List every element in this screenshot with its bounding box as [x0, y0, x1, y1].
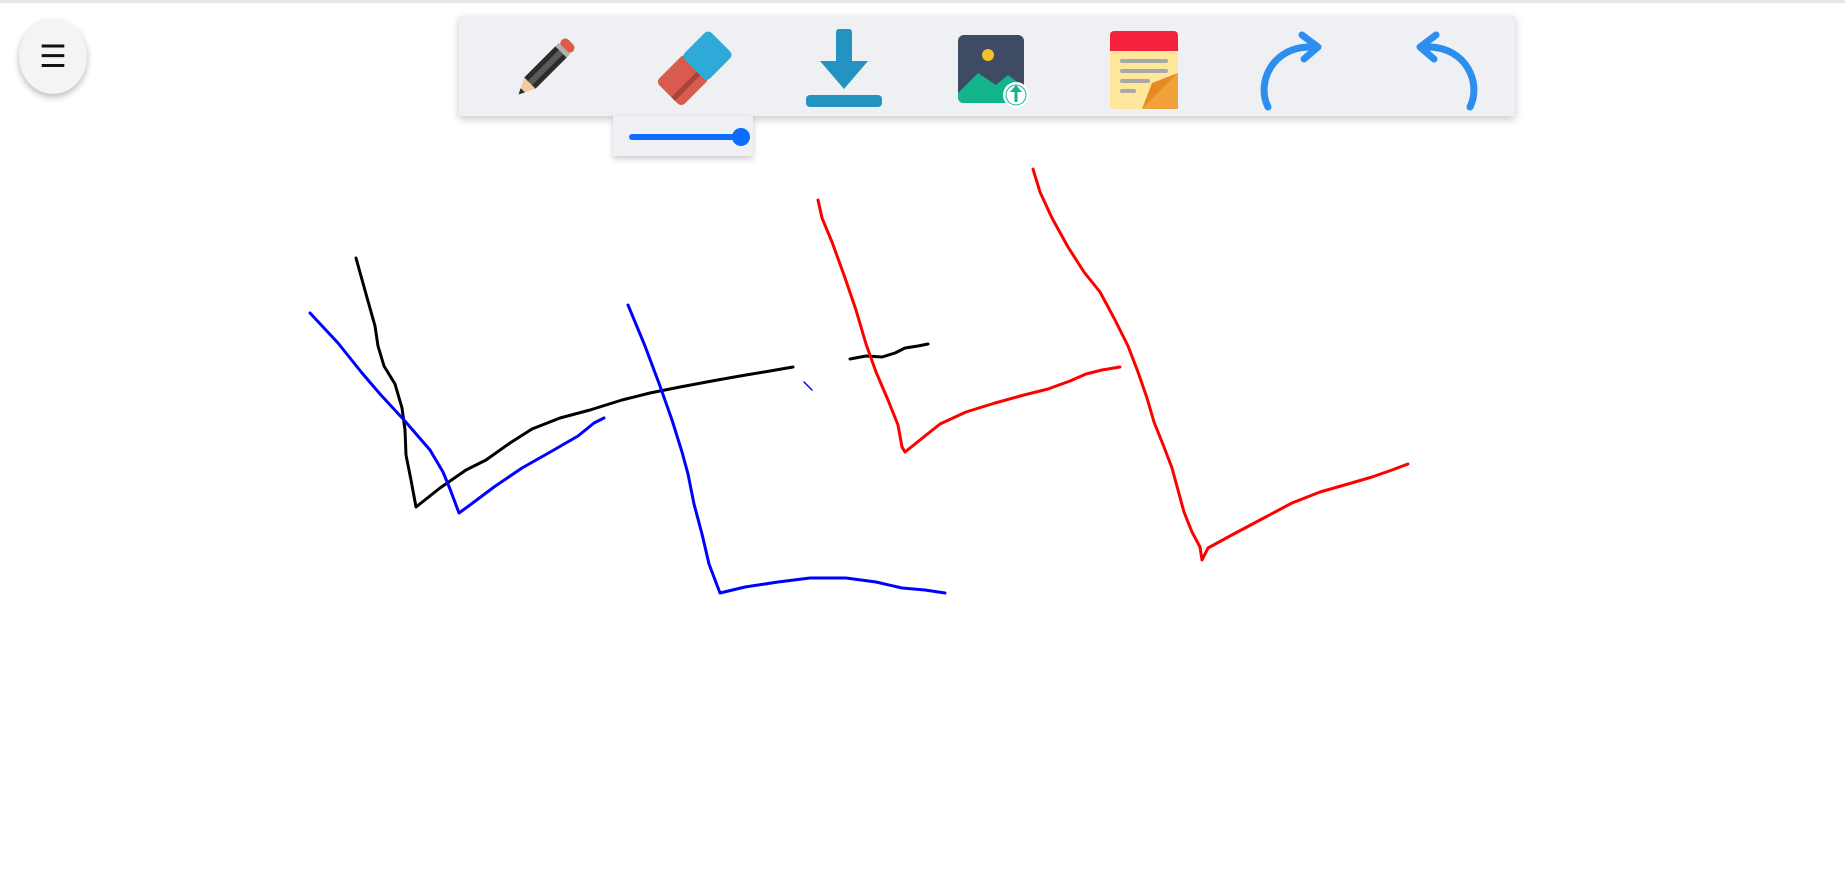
redo-arrow-icon [1260, 31, 1322, 111]
menu-button[interactable]: ☰ [19, 19, 87, 94]
red-stroke [816, 198, 1122, 454]
toolbar [459, 16, 1515, 116]
image-upload-icon [958, 35, 1029, 108]
hamburger-menu-icon: ☰ [39, 38, 67, 75]
brush-size-slider[interactable] [629, 128, 750, 146]
brush-size-panel [613, 116, 753, 156]
eraser-icon [657, 31, 732, 106]
blue-stroke [626, 303, 947, 595]
redo-tool-button[interactable] [1249, 24, 1339, 114]
sticky-note-tool-button[interactable] [1099, 24, 1189, 114]
sticky-note-icon [1110, 31, 1178, 109]
brush-size-slider-thumb[interactable] [732, 128, 750, 146]
download-tool-button[interactable] [799, 24, 889, 114]
red-stroke [1031, 167, 1410, 562]
pencil-tool-button[interactable] [499, 24, 589, 114]
black-stroke [848, 342, 930, 361]
blue-stroke [308, 311, 606, 515]
drawing-canvas[interactable] [0, 0, 1845, 877]
image-upload-tool-button[interactable] [949, 24, 1039, 114]
black-stroke [354, 256, 795, 509]
download-icon [806, 29, 882, 107]
eraser-tool-button[interactable] [649, 24, 739, 114]
top-border [0, 0, 1845, 3]
pencil-icon [518, 38, 575, 95]
undo-tool-button[interactable] [1399, 24, 1489, 114]
undo-arrow-icon [1416, 31, 1478, 111]
blue-stroke [803, 381, 813, 391]
